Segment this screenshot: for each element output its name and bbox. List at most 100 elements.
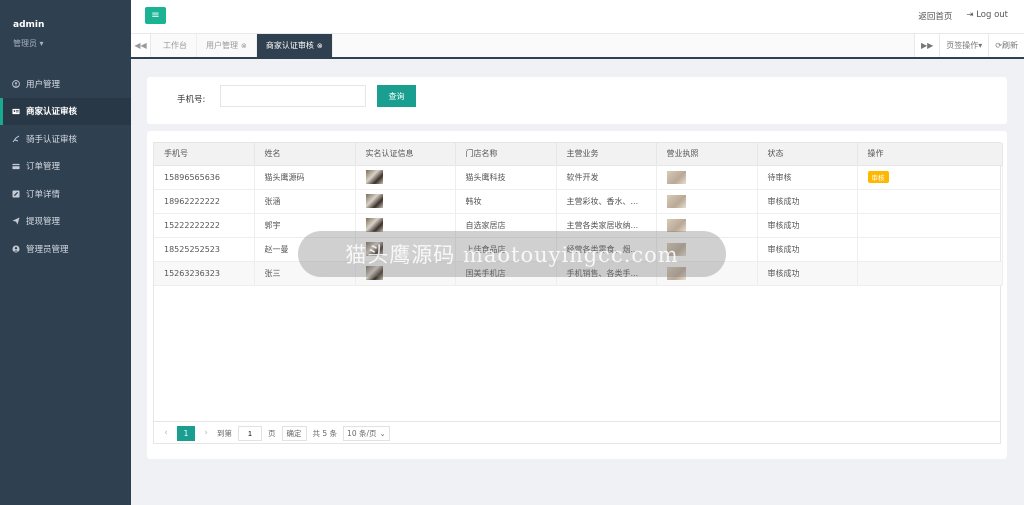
id-photo-thumbnail[interactable] <box>365 194 383 208</box>
license-thumbnail[interactable] <box>666 170 686 184</box>
phone-cell: 15896565636 <box>154 165 255 190</box>
phone-label: 手机号: <box>177 95 206 105</box>
sidebar-item-label: 用户管理 <box>26 79 61 90</box>
menu-toggle-button[interactable]: ≡ <box>145 7 166 24</box>
license-thumbnail[interactable] <box>666 194 686 208</box>
column-header: 主营业务 <box>556 143 657 166</box>
id-photo-thumbnail[interactable] <box>365 218 383 232</box>
double-right-icon: ▶▶ <box>920 41 934 50</box>
logout-link[interactable]: ⇥ Log out <box>966 10 1008 22</box>
column-header: 门店名称 <box>455 143 557 166</box>
phone-cell: 15263236323 <box>154 261 255 286</box>
sidebar-item-rider-audit[interactable]: 骑手认证审核 <box>0 125 131 153</box>
tab-user-management[interactable]: 用户管理 ⊗ <box>197 34 257 57</box>
store-cell: 韩妆 <box>455 189 557 214</box>
watermark: 猫头鹰源码 maotouyingcc.com <box>298 231 726 277</box>
top-right-links: 返回首页 ⇥ Log out <box>918 10 1008 22</box>
action-cell <box>857 237 1003 262</box>
sidebar-menu: 用户管理 商家认证审核 骑手认证审核 订单管理 订单详情 提现管理 管理员管理 <box>0 70 131 263</box>
business-cell: 软件开发 <box>556 165 657 190</box>
table-row: 15896565636 猫头鹰源码 猫头鹰科技 软件开发 待审核 审核 <box>154 165 1003 190</box>
page-size-value: 10 条/页 <box>347 428 377 438</box>
action-cell: 审核 <box>857 165 1003 190</box>
column-header: 状态 <box>757 143 858 166</box>
sidebar-item-user-management[interactable]: 用户管理 <box>0 70 131 98</box>
refresh-button[interactable]: ⟳ 刷新 <box>988 34 1024 57</box>
caret-down-icon: ▾ <box>978 41 983 50</box>
tab-merchant-audit[interactable]: 商家认证审核 ⊗ <box>256 34 333 57</box>
tab-scroll-left-button[interactable]: ◀◀ <box>131 34 151 57</box>
sidebar-item-label: 管理员管理 <box>26 244 69 255</box>
refresh-label: 刷新 <box>1002 41 1018 50</box>
table-header-row: 手机号 姓名 实名认证信息 门店名称 主营业务 营业执照 状态 操作 <box>154 143 1003 166</box>
page-ops-label: 页签操作 <box>946 41 979 50</box>
edit-icon <box>12 190 20 198</box>
id-card-icon <box>12 107 20 115</box>
audit-button[interactable]: 审核 <box>867 171 889 183</box>
send-icon <box>12 217 20 225</box>
page-size-select[interactable]: 10 条/页 ⌄ <box>343 425 390 441</box>
name-cell: 张涵 <box>254 189 356 214</box>
id-photo-cell <box>355 165 456 190</box>
id-photo-thumbnail[interactable] <box>365 170 383 184</box>
credit-card-icon <box>12 162 20 170</box>
tabs-bar: ◀◀ 工作台 用户管理 ⊗ 商家认证审核 ⊗ ▶▶ 页签操作 ▾ ⟳ 刷新 <box>131 34 1024 59</box>
phone-cell: 15222222222 <box>154 213 255 238</box>
close-icon[interactable]: ⊗ <box>317 42 323 50</box>
column-header: 姓名 <box>254 143 356 166</box>
status-cell: 审核成功 <box>757 189 858 214</box>
phone-search-input[interactable] <box>220 85 366 107</box>
tab-scroll-right-button[interactable]: ▶▶ <box>913 34 940 57</box>
current-page-button[interactable]: 1 <box>177 425 195 441</box>
status-cell: 审核成功 <box>757 237 858 262</box>
sidebar-item-order-management[interactable]: 订单管理 <box>0 153 131 181</box>
column-header: 手机号 <box>154 143 255 166</box>
goto-confirm-button[interactable]: 确定 <box>281 425 307 441</box>
sidebar-item-label: 商家认证审核 <box>26 107 78 118</box>
refresh-icon: ⟳ <box>995 41 1002 50</box>
page-ops-dropdown[interactable]: 页签操作 ▾ <box>939 34 989 57</box>
user-circle-icon <box>12 79 20 88</box>
action-cell <box>857 261 1003 286</box>
close-icon[interactable]: ⊗ <box>241 42 247 50</box>
name-cell: 猫头鹰源码 <box>254 165 356 190</box>
next-page-icon[interactable]: › <box>201 428 211 438</box>
username[interactable]: admin <box>13 20 131 30</box>
license-thumbnail[interactable] <box>666 218 686 232</box>
sidebar-item-merchant-audit[interactable]: 商家认证审核 <box>0 97 131 125</box>
query-button[interactable]: 查询 <box>377 85 416 107</box>
double-left-icon: ◀◀ <box>134 41 147 50</box>
pagination: ‹ 1 › 到第 页 确定 共 5 条 10 条/页⌄ <box>153 421 1001 444</box>
logout-icon: ⇥ <box>966 10 977 20</box>
license-cell <box>656 189 758 214</box>
prev-page-icon[interactable]: ‹ <box>161 428 171 438</box>
tab-workbench[interactable]: 工作台 <box>154 34 197 57</box>
total-count: 共 5 条 <box>312 428 338 438</box>
sidebar-item-label: 订单详情 <box>26 189 61 200</box>
home-link[interactable]: 返回首页 <box>918 10 952 22</box>
table-panel: 手机号 姓名 实名认证信息 门店名称 主营业务 营业执照 状态 操作 15896… <box>147 131 1007 459</box>
sidebar-item-withdraw-management[interactable]: 提现管理 <box>0 208 131 236</box>
goto-page-input[interactable] <box>238 425 262 441</box>
tab-label: 工作台 <box>163 41 187 50</box>
sidebar-item-label: 骑手认证审核 <box>26 134 78 145</box>
column-header: 操作 <box>857 143 1003 166</box>
phone-cell: 18525252523 <box>154 237 255 262</box>
column-header: 营业执照 <box>656 143 758 166</box>
topbar: ≡ 返回首页 ⇥ Log out <box>131 0 1024 34</box>
sidebar-item-order-detail[interactable]: 订单详情 <box>0 180 131 208</box>
tab-label: 商家认证审核 <box>265 41 314 50</box>
sidebar-item-admin-management[interactable]: 管理员管理 <box>0 235 131 263</box>
table-row: 18962222222 张涵 韩妆 主营彩妆、香水、... 审核成功 <box>154 189 1003 214</box>
hamburger-icon: ≡ <box>151 10 160 21</box>
bike-icon <box>12 135 20 143</box>
user-icon <box>12 245 20 253</box>
status-cell: 审核成功 <box>757 213 858 238</box>
store-cell: 猫头鹰科技 <box>455 165 557 190</box>
status-cell: 审核成功 <box>757 261 858 286</box>
status-cell: 待审核 <box>757 165 858 190</box>
role-dropdown[interactable]: 管理员 ▾ <box>13 38 131 49</box>
chevron-down-icon: ⌄ <box>379 428 386 438</box>
phone-cell: 18962222222 <box>154 189 255 214</box>
column-header: 实名认证信息 <box>355 143 456 166</box>
